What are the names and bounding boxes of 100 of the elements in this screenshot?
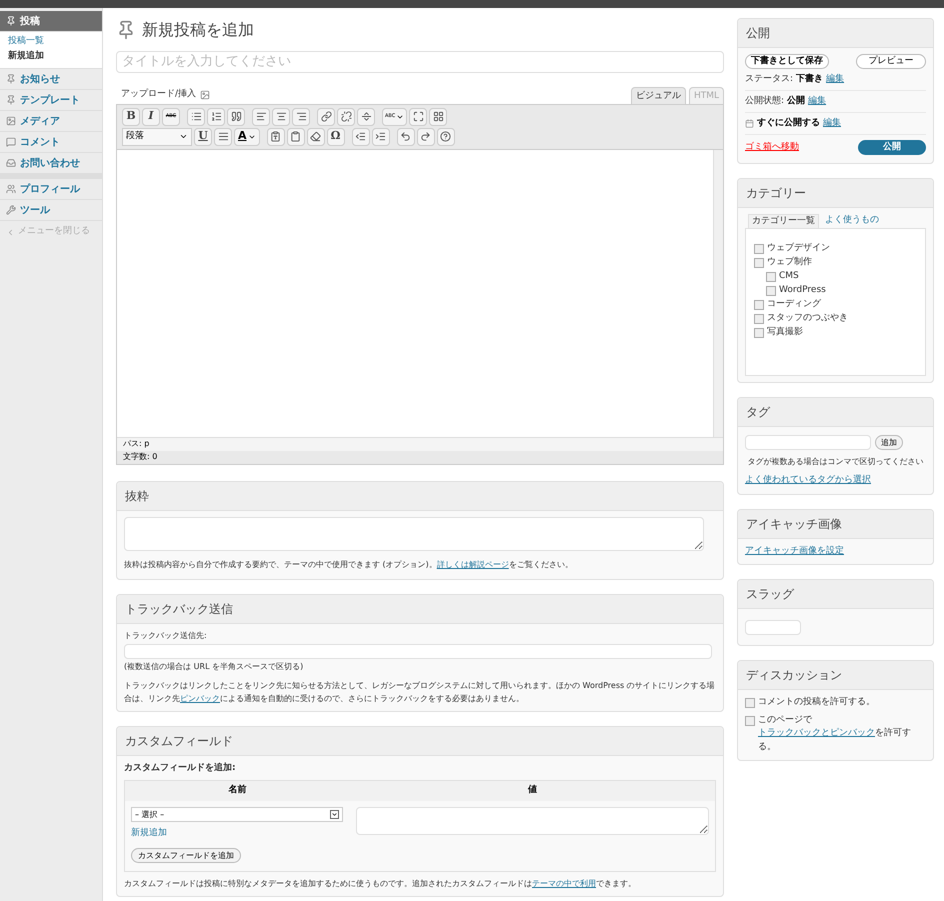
menu-item[interactable]: お知らせ — [0, 69, 102, 90]
align-center-button[interactable] — [272, 108, 290, 126]
paste-word-icon — [290, 131, 302, 142]
italic-button[interactable]: I — [142, 108, 160, 126]
checkbox[interactable] — [745, 698, 755, 708]
trackback-pingback-link[interactable]: トラックバックとピンバック — [758, 728, 875, 738]
special-character-button[interactable]: Ω — [326, 128, 345, 146]
popular-tags-link[interactable]: よく使われているタグから選択 — [745, 474, 926, 488]
checkbox[interactable] — [754, 300, 764, 310]
indent-button[interactable] — [372, 128, 390, 146]
caret-icon — [179, 132, 188, 141]
more-tag-button[interactable] — [357, 108, 375, 126]
underline-button[interactable]: U — [194, 128, 212, 146]
category-label: CMS — [779, 270, 799, 284]
unlink-button[interactable] — [337, 108, 355, 126]
category-tab[interactable]: カテゴリー一覧 — [748, 214, 819, 228]
menu-item[interactable]: コメント — [0, 132, 102, 153]
align-left-icon — [256, 111, 266, 122]
edit-link[interactable]: 編集 — [808, 94, 826, 108]
editor-tab[interactable]: ビジュアル — [630, 86, 686, 104]
value-field[interactable] — [356, 807, 709, 835]
preview-button[interactable]: プレビュー — [856, 54, 926, 69]
redo-icon — [420, 131, 432, 142]
trackback-note: トラックバックはリンクしたことをリンク先に知らせる方法として、レガシーなブログシステムに対して用いられます。ほかの WordPress のサイトにリンクする場合は、リンク先ピンバック による通知を自動的に受けるので、さらにトラックバックをする必要はありません。 — [124, 680, 716, 704]
paste-text-button[interactable] — [266, 128, 285, 146]
fullscreen-icon — [412, 111, 424, 122]
kitchen-sink-button[interactable] — [429, 108, 448, 126]
add-tag-button[interactable]: 追加 — [875, 435, 903, 450]
fullscreen-button[interactable] — [409, 108, 428, 126]
format-select[interactable]: 段落 — [122, 128, 192, 146]
new-field-link[interactable]: 新規追加 — [131, 827, 343, 840]
checkbox[interactable] — [754, 328, 764, 338]
help-page-link[interactable]: 詳しくは解説ページ — [436, 560, 509, 568]
checkbox[interactable] — [754, 258, 764, 268]
status-value: 下書き — [796, 72, 824, 86]
eraser-button[interactable] — [306, 128, 325, 146]
align-right-button[interactable] — [292, 108, 310, 126]
menu-item[interactable]: 投稿 — [0, 11, 102, 32]
kitchen-sink-icon — [432, 111, 444, 122]
checkbox[interactable] — [754, 314, 764, 324]
checkbox[interactable] — [766, 272, 776, 282]
help-button[interactable] — [436, 128, 455, 146]
title-field[interactable]: タイトルを入力してください — [116, 50, 724, 72]
bold-button[interactable]: B — [122, 108, 140, 126]
trash-link[interactable]: ゴミ箱へ移動 — [745, 140, 799, 154]
publish-button[interactable]: 公開 — [858, 140, 926, 155]
trackback-hint: (複数送信の場合は URL を半角スペースで区切る) — [124, 660, 304, 672]
menu-icon — [6, 116, 16, 126]
trackback-field[interactable] — [124, 644, 712, 658]
add-custom-field-button[interactable]: カスタムフィールドを追加 — [131, 848, 241, 863]
slug-field[interactable] — [745, 620, 801, 634]
menu-item[interactable]: テンプレート — [0, 90, 102, 111]
outdent-button[interactable] — [352, 128, 370, 146]
menu-item[interactable]: ツール — [0, 200, 102, 221]
excerpt-field[interactable] — [124, 516, 704, 550]
menu-icon — [6, 205, 16, 215]
bullet-list-button[interactable] — [187, 108, 205, 126]
link-button[interactable] — [317, 108, 335, 126]
redo-button[interactable] — [416, 128, 435, 146]
quote-button[interactable] — [227, 108, 245, 126]
status-value: すぐに公開する — [757, 116, 820, 130]
scrollbar[interactable] — [713, 150, 723, 436]
justify-button[interactable] — [214, 128, 232, 146]
checkbox[interactable] — [754, 244, 764, 254]
set-eyecatch-link[interactable]: アイキャッチ画像を設定 — [745, 544, 926, 558]
status-value: 公開 — [787, 94, 806, 108]
outdent-icon — [355, 131, 366, 142]
category-label: ウェブ制作 — [767, 256, 812, 270]
align-center-icon — [276, 111, 286, 122]
submenu-item[interactable]: 新規追加 — [0, 50, 102, 65]
checkbox[interactable] — [745, 716, 755, 726]
discussion-option: コメントの投稿を許可する。 — [758, 696, 875, 710]
box-title: 抜粋 — [117, 482, 723, 510]
paste-word-button[interactable] — [286, 128, 305, 146]
submenu-item[interactable]: 投稿一覧 — [0, 35, 102, 50]
save-draft-button[interactable]: 下書きとして保存 — [745, 54, 829, 69]
text-color-button[interactable]: A — [234, 128, 260, 146]
tag-field[interactable] — [745, 435, 871, 450]
menu-item[interactable]: お問い合わせ — [0, 153, 102, 174]
box-title: トラックバック送信 — [117, 594, 723, 624]
box-title: カテゴリー — [738, 179, 933, 208]
menu-item[interactable]: プロフィール — [0, 179, 102, 200]
name-select[interactable]: – 選択 – — [131, 807, 343, 822]
numbered-list-button[interactable] — [207, 108, 225, 126]
column-header: 名前 — [228, 784, 248, 798]
menu-icon — [6, 137, 16, 147]
link-icon — [320, 111, 332, 122]
menu-icon — [6, 74, 16, 84]
menu-item[interactable]: メディア — [0, 111, 102, 132]
undo-button[interactable] — [396, 128, 415, 146]
pingback-link[interactable]: ピンバック — [180, 694, 220, 702]
edit-link[interactable]: 編集 — [823, 116, 841, 130]
category-label: スタッフのつぶやき — [767, 312, 848, 326]
align-left-button[interactable] — [252, 108, 270, 126]
edit-link[interactable]: 編集 — [826, 72, 844, 86]
category-tab[interactable]: よく使うもの — [822, 214, 882, 228]
unlink-icon — [340, 111, 352, 122]
checkbox[interactable] — [766, 286, 776, 296]
theme-link[interactable]: テーマの中で利用 — [532, 878, 596, 888]
tag-hint: タグが複数ある場合はコンマで区切ってください — [746, 456, 924, 468]
